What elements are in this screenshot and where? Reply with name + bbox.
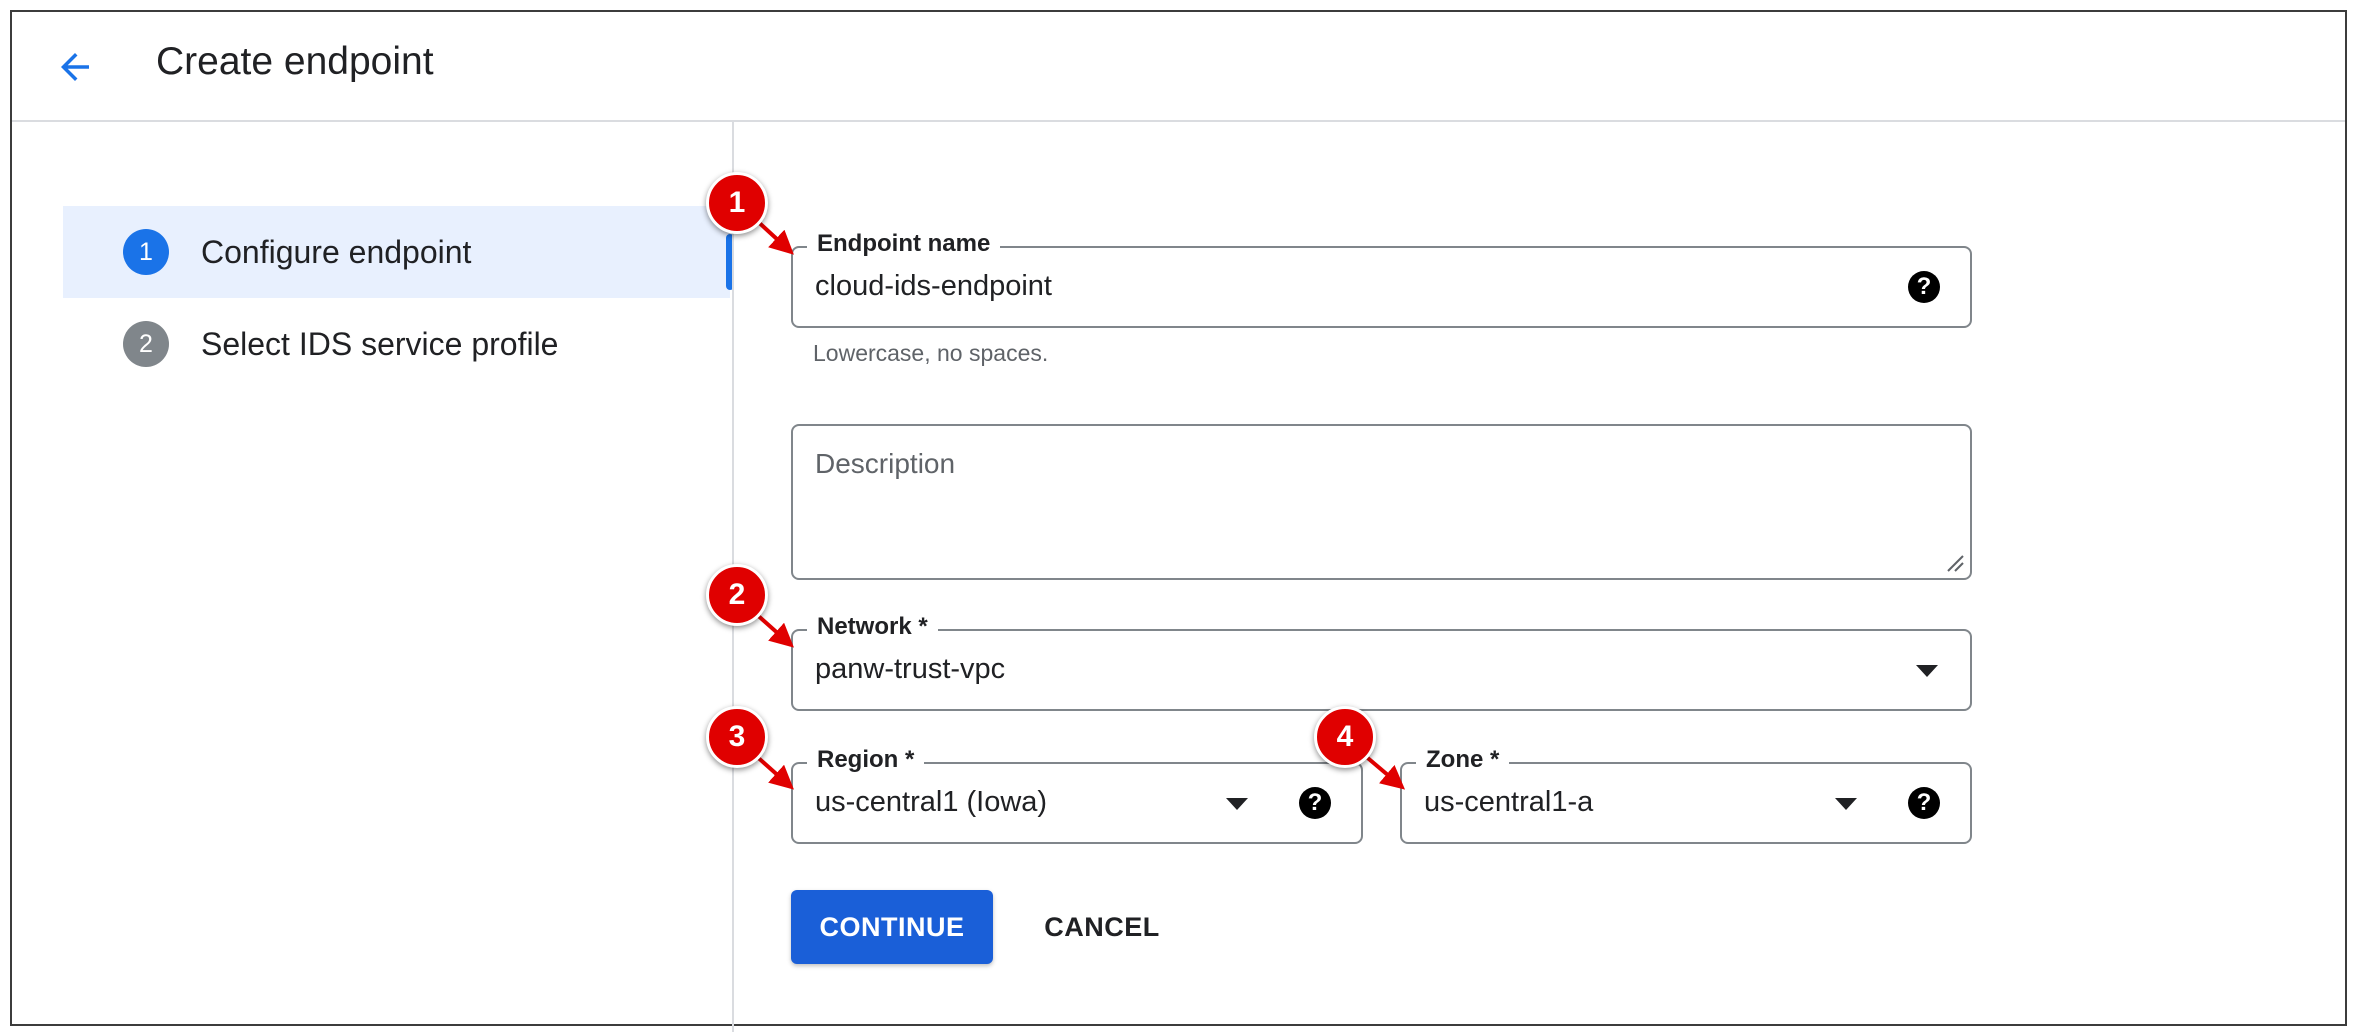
back-button[interactable] (54, 46, 96, 88)
cancel-button[interactable]: CANCEL (1032, 890, 1172, 964)
page-header: Create endpoint (12, 12, 2345, 122)
endpoint-name-value: cloud-ids-endpoint (815, 270, 1052, 302)
resize-handle-icon[interactable] (1944, 552, 1964, 572)
endpoint-name-field[interactable]: Endpoint name cloud-ids-endpoint ? (791, 230, 1972, 328)
step-number-badge: 2 (123, 321, 169, 367)
callout-badge: 3 (706, 706, 768, 768)
callout-badge: 4 (1314, 706, 1376, 768)
callout-badge: 1 (706, 172, 768, 234)
continue-button[interactable]: CONTINUE (791, 890, 993, 964)
zone-label: Zone * (1416, 746, 1510, 774)
zone-value: us-central1-a (1424, 786, 1594, 818)
endpoint-name-label: Endpoint name (807, 230, 1001, 258)
help-icon[interactable]: ? (1908, 271, 1940, 303)
chevron-down-icon[interactable] (1226, 798, 1248, 810)
step-label: Select IDS service profile (201, 325, 559, 362)
chevron-down-icon[interactable] (1835, 798, 1857, 810)
callout-badge: 2 (706, 564, 768, 626)
description-placeholder: Description (815, 448, 956, 479)
network-select[interactable]: Network * panw-trust-vpc (791, 613, 1972, 711)
zone-select[interactable]: Zone * us-central1-a ? (1400, 746, 1972, 844)
help-icon[interactable]: ? (1299, 787, 1331, 819)
region-value: us-central1 (Iowa) (815, 786, 1048, 818)
region-label: Region * (807, 746, 925, 774)
chevron-down-icon[interactable] (1916, 665, 1938, 677)
stepper-nav: 1 Configure endpoint 2 Select IDS servic… (63, 206, 734, 390)
region-select[interactable]: Region * us-central1 (Iowa) ? (791, 746, 1363, 844)
endpoint-name-hint: Lowercase, no spaces. (813, 340, 1049, 366)
step-number-badge: 1 (123, 229, 169, 275)
arrow-back-icon (61, 53, 89, 81)
page-title: Create endpoint (156, 40, 434, 83)
step-configure-endpoint[interactable]: 1 Configure endpoint (63, 206, 734, 298)
step-select-ids-service-profile[interactable]: 2 Select IDS service profile (63, 298, 730, 390)
network-label: Network * (807, 613, 938, 641)
step-label: Configure endpoint (201, 233, 472, 270)
help-icon[interactable]: ? (1908, 787, 1940, 819)
create-endpoint-page: Create endpoint 1 Configure endpoint 2 S… (10, 10, 2347, 1032)
description-textarea[interactable]: Description (791, 424, 1972, 580)
network-value: panw-trust-vpc (815, 653, 1006, 685)
